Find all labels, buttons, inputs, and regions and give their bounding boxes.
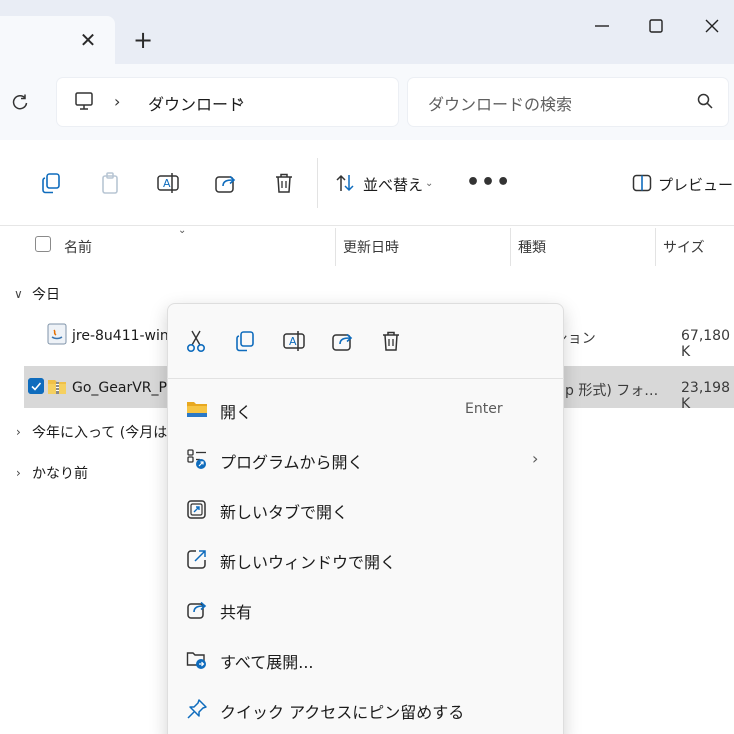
copy-icon[interactable] [232,327,258,355]
sort-button[interactable]: 並べ替え [363,174,423,195]
delete-icon[interactable] [378,327,404,355]
minimize-icon[interactable] [590,14,614,38]
group-header-long-ago[interactable]: かなり前 [32,463,88,483]
breadcrumb-chevron[interactable]: › [114,92,120,111]
menu-separator [167,378,564,379]
column-type[interactable]: 種類 [518,237,546,257]
share-icon[interactable] [213,170,239,196]
group-header-today[interactable]: 今日 [32,284,60,304]
new-window-icon [187,550,206,569]
menu-item-open-new-tab[interactable]: 新しいタブで開く [220,499,348,523]
extract-icon [186,652,206,669]
share-icon [187,601,207,619]
column-size[interactable]: サイズ [663,237,705,257]
file-name[interactable]: jre-8u411-winc [72,328,176,344]
file-name[interactable]: Go_GearVR_Pat [72,380,180,396]
group-header-this-year[interactable]: 今年に入って (今月は含 [32,422,181,442]
preview-button[interactable]: プレビュー [658,174,733,195]
file-size: 23,198 K [681,380,730,412]
copy-icon[interactable] [38,170,64,196]
file-type: p 形式) フォ… [565,383,659,399]
chevron-down-icon[interactable]: ⌄ [425,178,433,189]
paste-icon[interactable] [97,170,123,196]
preview-pane-icon[interactable] [632,174,652,192]
java-installer-icon [47,323,67,345]
breadcrumb-chevron[interactable]: › [238,92,244,111]
rename-icon[interactable]: A [155,170,181,196]
row-checkbox-checked[interactable] [28,378,44,394]
breadcrumb-downloads[interactable]: ダウンロード [148,91,244,115]
toolbar-divider [317,158,318,208]
shortcut-label: Enter [465,401,503,417]
new-tab-button[interactable]: + [132,28,154,52]
menu-item-open-with[interactable]: プログラムから開く [220,449,364,473]
share-icon[interactable] [330,327,356,355]
menu-item-open-new-window[interactable]: 新しいウィンドウで開く [220,549,396,573]
search-input[interactable]: ダウンロードの検索 [428,91,572,115]
close-window-icon[interactable] [700,14,724,38]
delete-icon[interactable] [271,170,297,196]
menu-item-pin-quick-access[interactable]: クイック アクセスにピン留めする [220,699,464,723]
menu-item-open[interactable]: 開く [220,399,252,423]
select-all-checkbox[interactable] [35,236,51,252]
tab-close-button[interactable]: ✕ [78,30,98,50]
column-separator[interactable] [335,228,336,266]
maximize-icon[interactable] [644,14,668,38]
column-separator[interactable] [510,228,511,266]
column-separator[interactable] [655,228,656,266]
rename-icon[interactable]: A [281,327,307,355]
chevron-down-icon[interactable]: ∨ [14,287,23,301]
pin-icon [187,699,207,719]
more-options-button[interactable]: ••• [466,170,511,195]
new-tab-icon [187,500,206,519]
svg-text:A: A [289,335,297,348]
search-icon [697,93,713,109]
cut-icon[interactable] [183,327,209,355]
refresh-icon[interactable] [10,92,30,112]
sort-caret-icon: ⌄ [178,225,187,236]
column-name[interactable]: 名前 [64,237,92,257]
menu-item-extract-all[interactable]: すべて展開... [220,649,314,673]
menu-item-share[interactable]: 共有 [220,599,252,623]
chevron-right-icon[interactable]: › [16,425,21,439]
open-with-icon [187,449,206,469]
svg-text:A: A [163,177,171,190]
this-pc-icon[interactable] [73,90,95,112]
submenu-arrow-icon: › [532,449,539,468]
sort-icon[interactable] [334,172,356,194]
column-modified[interactable]: 更新日時 [343,237,399,257]
file-size: 67,180 K [681,328,730,360]
zip-folder-icon [48,380,66,394]
folder-icon [187,402,207,417]
chevron-right-icon[interactable]: › [16,466,21,480]
